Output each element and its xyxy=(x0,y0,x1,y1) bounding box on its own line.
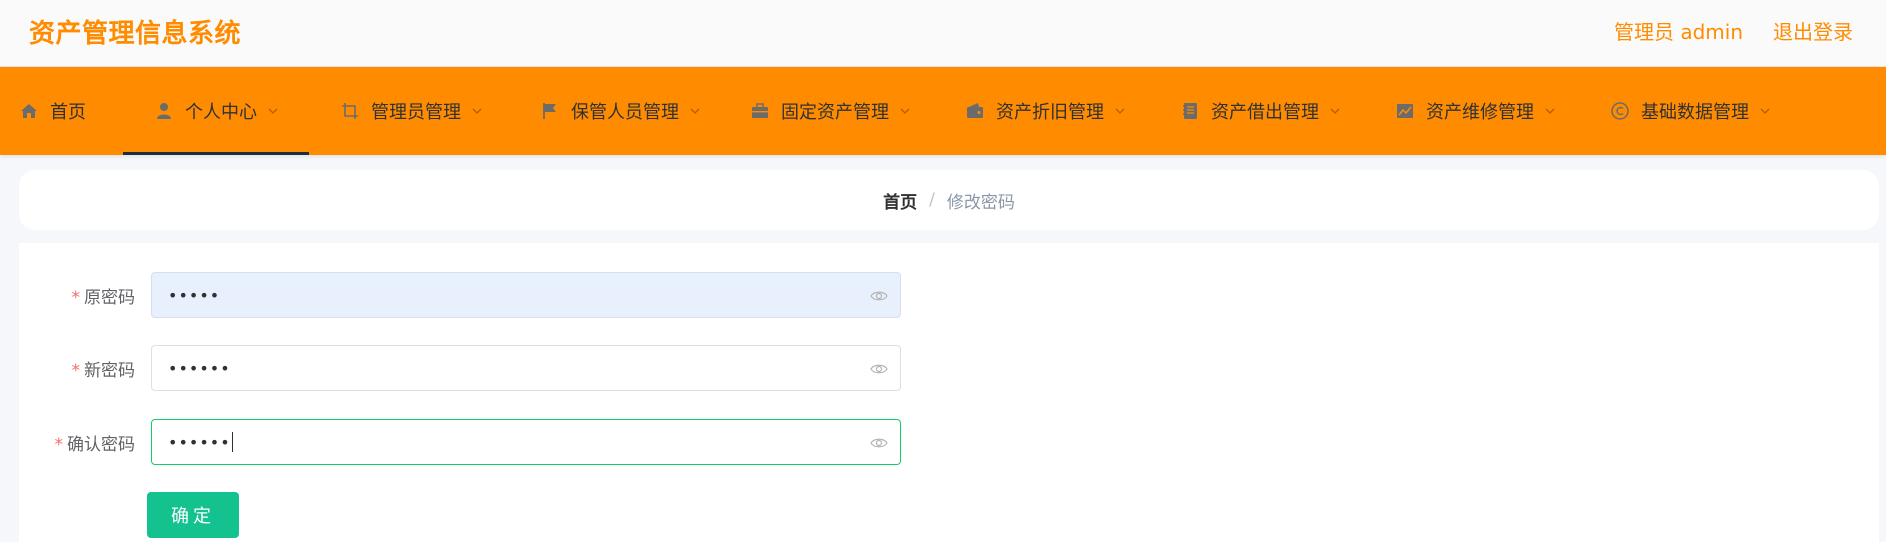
chevron-down-icon xyxy=(1329,105,1341,117)
nav-item-home[interactable]: 首页 xyxy=(18,67,123,155)
home-icon xyxy=(18,100,40,122)
new-password-label: * 新密码 xyxy=(19,356,151,381)
nav-item-label: 首页 xyxy=(50,102,86,123)
required-mark: * xyxy=(54,434,64,455)
copyright-icon xyxy=(1609,100,1631,122)
chevron-down-icon xyxy=(899,105,911,117)
main-nav: 首页 个人中心 管理员管理 保管人员管理 固定资产管理 资产折旧管理 资产借出管… xyxy=(0,67,1886,155)
confirm-password-value: •••••• xyxy=(168,432,231,452)
old-password-value: ••••• xyxy=(168,285,221,305)
required-mark: * xyxy=(71,360,81,381)
nav-item-label: 个人中心 xyxy=(185,102,257,123)
nav-item-label: 固定资产管理 xyxy=(781,102,889,123)
breadcrumb: 首页 / 修改密码 xyxy=(19,170,1879,230)
old-password-label-text: 原密码 xyxy=(84,287,135,308)
eye-icon[interactable] xyxy=(870,434,888,452)
old-password-label: * 原密码 xyxy=(19,283,151,308)
logout-link[interactable]: 退出登录 xyxy=(1773,16,1853,45)
required-mark: * xyxy=(71,287,81,308)
wallet-icon xyxy=(964,100,986,122)
nav-item-label: 保管人员管理 xyxy=(571,102,679,123)
new-password-label-text: 新密码 xyxy=(84,360,135,381)
breadcrumb-current: 修改密码 xyxy=(946,192,1015,213)
old-password-row: * 原密码 ••••• xyxy=(19,272,901,318)
old-password-input[interactable]: ••••• xyxy=(151,272,901,318)
confirm-password-input[interactable]: •••••• xyxy=(151,419,901,465)
chevron-down-icon xyxy=(1544,105,1556,117)
notebook-icon xyxy=(1179,100,1201,122)
chevron-down-icon xyxy=(471,105,483,117)
new-password-input[interactable]: •••••• xyxy=(151,345,901,391)
chart-icon xyxy=(1394,100,1416,122)
submit-button[interactable]: 确定 xyxy=(147,492,239,538)
nav-item-custodian-management[interactable]: 保管人员管理 xyxy=(509,67,719,155)
eye-icon[interactable] xyxy=(870,287,888,305)
chevron-down-icon xyxy=(267,105,279,117)
chevron-down-icon xyxy=(1759,105,1771,117)
nav-item-label: 资产借出管理 xyxy=(1211,102,1319,123)
new-password-row: * 新密码 •••••• xyxy=(19,345,901,391)
new-password-value: •••••• xyxy=(168,358,231,378)
nav-item-depreciation-management[interactable]: 资产折旧管理 xyxy=(934,67,1149,155)
nav-item-label: 基础数据管理 xyxy=(1641,102,1749,123)
crop-icon xyxy=(339,100,361,122)
top-header: 资产管理信息系统 管理员 admin 退出登录 xyxy=(0,0,1886,67)
nav-item-lending-management[interactable]: 资产借出管理 xyxy=(1149,67,1364,155)
user-icon xyxy=(153,100,175,122)
nav-item-personal-center[interactable]: 个人中心 xyxy=(123,67,309,155)
eye-icon[interactable] xyxy=(870,360,888,378)
nav-item-admin-management[interactable]: 管理员管理 xyxy=(309,67,509,155)
breadcrumb-home[interactable]: 首页 xyxy=(883,188,917,213)
nav-item-basic-data-management[interactable]: 基础数据管理 xyxy=(1579,67,1789,155)
confirm-password-row: * 确认密码 •••••• xyxy=(19,419,901,465)
briefcase-icon xyxy=(749,100,771,122)
flag-icon xyxy=(539,100,561,122)
user-area: 管理员 admin 退出登录 xyxy=(1614,16,1853,45)
confirm-password-label-text: 确认密码 xyxy=(67,434,135,455)
current-user-label[interactable]: 管理员 admin xyxy=(1614,16,1743,45)
breadcrumb-separator: / xyxy=(929,190,935,210)
chevron-down-icon xyxy=(1114,105,1126,117)
app-title: 资产管理信息系统 xyxy=(29,19,242,49)
change-password-form: * 原密码 ••••• * 新密码 •••••• * 确认密码 •••••• 确… xyxy=(19,243,1879,542)
nav-item-label: 管理员管理 xyxy=(371,102,461,123)
nav-item-label: 资产折旧管理 xyxy=(996,102,1104,123)
nav-item-repair-management[interactable]: 资产维修管理 xyxy=(1364,67,1579,155)
chevron-down-icon xyxy=(689,105,701,117)
text-cursor xyxy=(231,432,233,452)
confirm-password-label: * 确认密码 xyxy=(19,430,151,455)
nav-item-fixed-asset-management[interactable]: 固定资产管理 xyxy=(719,67,934,155)
nav-item-label: 资产维修管理 xyxy=(1426,102,1534,123)
